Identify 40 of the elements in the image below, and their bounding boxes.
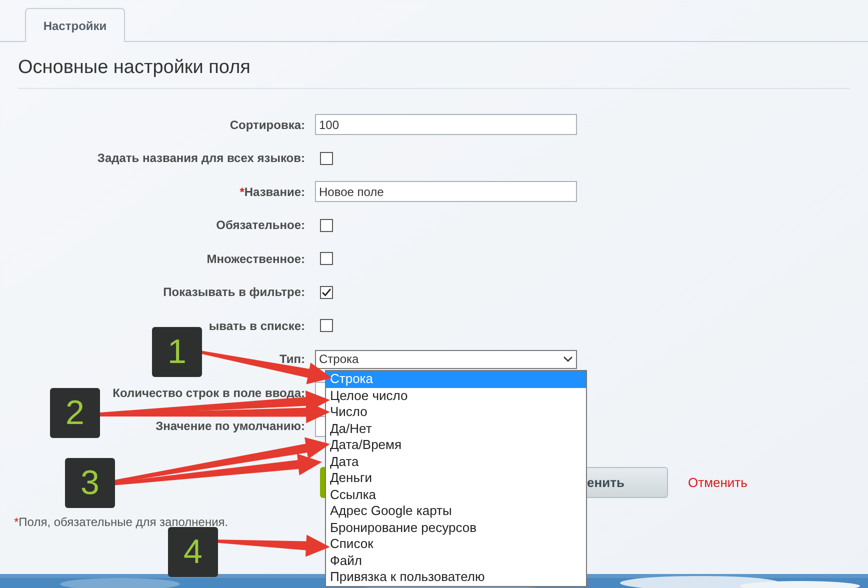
field-label: Задать названия для всех языков: [97,150,305,168]
type-select[interactable]: Строка [315,350,577,369]
annotation-badge: 3 [65,458,115,508]
field-label: Множественное: [206,250,305,268]
field-label: *Название: [240,184,305,201]
checkbox[interactable] [320,252,333,266]
chevron-down-icon [563,356,573,362]
dropdown-option[interactable]: Да/Нет [326,420,586,437]
checkbox[interactable] [320,218,333,232]
field-label: Показывать в фильтре: [163,284,305,302]
checkbox[interactable] [320,319,333,332]
dropdown-option[interactable]: Дата [326,454,586,470]
text-field[interactable]: Новое поле [315,181,577,202]
dropdown-option[interactable]: Число [326,404,586,420]
dropdown-option[interactable]: Деньги [326,470,586,486]
section-heading: Основные настройки поля [18,58,252,78]
apply-button[interactable]: енить [586,467,668,498]
dropdown-option[interactable]: Бронирование ресурсов [326,520,586,536]
checkbox[interactable] [320,286,333,299]
field-label: Сортировка: [230,116,305,134]
dropdown-option[interactable]: Ссылка [326,486,586,503]
dropdown-option[interactable]: Целое число [326,388,586,404]
dropdown-option[interactable]: Файл [326,552,586,569]
tab[interactable]: Настройки [25,8,125,42]
text-field[interactable]: 100 [315,114,577,136]
annotation-badge: 1 [152,327,202,377]
cancel-link[interactable]: Отменить [688,472,748,492]
required-note: *Поля, обязательные для заполнения. [14,515,228,529]
field-label: Значение по умолчанию: [156,418,305,436]
dropdown-option[interactable]: Привязка к пользователю [326,569,586,586]
dropdown-option[interactable]: Список [326,536,586,552]
dropdown-option[interactable]: Адрес Google карты [326,503,586,520]
field-label: Тип: [280,351,305,368]
field-label: Обязательное: [216,217,305,234]
field-label: Количество строк в поле ввода: [112,384,305,402]
dropdown-option[interactable]: Дата/Время [326,437,586,454]
annotation-badge: 2 [50,388,100,438]
checkbox[interactable] [320,152,333,165]
field-label: ывать в списке: [208,318,305,335]
annotation-badge: 4 [168,527,218,577]
